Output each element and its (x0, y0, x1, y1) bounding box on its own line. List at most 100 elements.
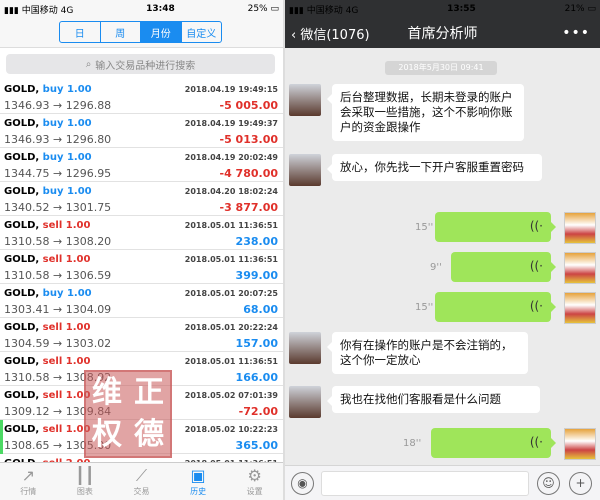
battery-percent: 25% (247, 4, 268, 14)
tab-3[interactable]: ▣ 历史 (170, 463, 227, 500)
trade-row[interactable]: GOLD, buy 1.00 2018.04.19 19:49:37 1346.9… (0, 114, 283, 148)
contact-avatar[interactable] (289, 154, 321, 186)
symbol: GOLD, (4, 390, 40, 401)
network: 4G (345, 5, 359, 16)
trade-row[interactable]: GOLD, sell 1.00 2018.05.01 11:36:51 1310.… (0, 216, 283, 250)
incoming-message: 放心，你先找一下开户客服重置密码 (327, 154, 542, 181)
my-avatar[interactable] (564, 428, 596, 460)
contact-avatar[interactable] (289, 332, 321, 364)
tab-4[interactable]: ⚙ 设置 (226, 463, 283, 500)
voice-message[interactable]: ((· (435, 212, 556, 242)
tab-2[interactable]: ⟋ 交易 (113, 463, 170, 500)
wechat-chat-screen: ▮▮▮ 中国移动 4G 13:55 21% ▭ ‹ 微信(1076) 首席分析师… (285, 0, 600, 500)
voice-mode-icon[interactable]: ◉ (291, 472, 314, 495)
incoming-message: 你有在操作的账户是不会注销的，这个你一定放心 (327, 332, 528, 374)
symbol: GOLD, (4, 356, 40, 367)
profit: 157.00 (235, 336, 278, 350)
signal-icon: ▮▮▮ (4, 5, 22, 16)
chat-header: ‹ 微信(1076) 首席分析师 ••• (285, 18, 600, 48)
trade-row[interactable]: GOLD, buy 1.00 2018.05.01 20:07:25 1303.4… (0, 284, 283, 318)
trade-row[interactable]: GOLD, sell 1.00 2018.05.01 11:36:51 1310.… (0, 250, 283, 284)
trade-date: 2018.05.02 10:22:23 (184, 425, 278, 434)
price-range: 1304.59 → 1303.02 (4, 336, 112, 350)
side-volume: sell 1.00 (42, 356, 91, 367)
profit: 68.00 (243, 302, 278, 316)
period-month[interactable]: 月份 (141, 22, 182, 42)
trade-date: 2018.04.19 19:49:37 (184, 119, 278, 128)
tab-0[interactable]: ↗ 行情 (0, 463, 57, 500)
tab-icon: ┃┃ (75, 466, 95, 485)
contact-avatar[interactable] (289, 84, 321, 116)
symbol: GOLD, (4, 322, 40, 333)
side-volume: buy 1.00 (42, 118, 92, 129)
trade-row[interactable]: GOLD, buy 1.00 2018.04.20 18:02:24 1340.5… (0, 182, 283, 216)
carrier: 中国移动 (21, 5, 58, 16)
voice-message[interactable]: ((· (451, 252, 556, 282)
trade-date: 2018.05.01 11:36:51 (184, 255, 278, 264)
battery-icon: ▭ (270, 4, 279, 14)
profit: 399.00 (235, 268, 278, 282)
tab-label: 交易 (133, 487, 150, 496)
my-avatar[interactable] (564, 292, 596, 324)
voice-message[interactable]: ((· (431, 428, 556, 458)
trading-history-screen: ▮▮▮ 中国移动 4G 13:48 25% ▭ 日 周 月份 自定义 ⌕ 输入交易… (0, 0, 283, 500)
period-selector: 日 周 月份 自定义 (59, 21, 222, 43)
trade-row[interactable]: GOLD, sell 1.00 2018.05.01 20:22:24 1304.… (0, 318, 283, 352)
message-input[interactable] (321, 471, 529, 496)
trade-date: 2018.04.19 20:02:49 (184, 153, 278, 162)
battery-percent: 21% (564, 4, 585, 14)
my-avatar[interactable] (564, 212, 596, 244)
side-volume: buy 1.00 (42, 186, 92, 197)
plus-icon[interactable]: + (569, 472, 592, 495)
voice-duration: 15'' (415, 302, 434, 313)
clock: 13:55 (447, 4, 476, 14)
trade-date: 2018.05.02 07:01:39 (184, 391, 278, 400)
voice-duration: 9'' (430, 262, 442, 273)
search-input[interactable]: ⌕ 输入交易品种进行搜索 (6, 54, 275, 74)
trade-date: 2018.04.20 18:02:24 (184, 187, 278, 196)
watermark-stamp: 维正权德 (84, 370, 172, 458)
price-range: 1340.52 → 1301.75 (4, 200, 112, 214)
trade-date: 2018.05.01 11:36:51 (184, 357, 278, 366)
tab-1[interactable]: ┃┃ 图表 (57, 463, 114, 500)
period-week[interactable]: 周 (101, 22, 141, 42)
side-volume: sell 1.00 (42, 220, 91, 231)
side-volume: buy 1.00 (42, 152, 92, 163)
search-icon: ⌕ (85, 58, 92, 70)
profit: -5 005.00 (219, 98, 279, 112)
status-bar: ▮▮▮ 中国移动 4G 13:48 25% ▭ (0, 0, 283, 18)
side-volume: buy 1.00 (42, 84, 92, 95)
symbol: GOLD, (4, 424, 40, 435)
trade-row[interactable]: GOLD, buy 1.00 2018.04.19 19:49:15 1346.9… (0, 80, 283, 114)
trade-date: 2018.05.01 11:36:51 (184, 221, 278, 230)
trade-row[interactable]: GOLD, buy 1.00 2018.04.19 20:02:49 1344.7… (0, 148, 283, 182)
tab-icon: ↗ (21, 466, 35, 485)
search-placeholder: 输入交易品种进行搜索 (95, 60, 196, 72)
more-icon[interactable]: ••• (562, 25, 590, 41)
symbol: GOLD, (4, 84, 40, 95)
period-custom[interactable]: 自定义 (182, 22, 222, 42)
tab-label: 行情 (20, 487, 37, 496)
profit: 238.00 (235, 234, 278, 248)
incoming-message: 我也在找他们客服看是什么问题 (327, 386, 540, 413)
tab-icon: ⚙ (247, 466, 262, 485)
emoji-icon[interactable]: ☺ (537, 472, 560, 495)
voice-wave-icon: ((· (529, 259, 543, 273)
tab-label: 历史 (190, 487, 207, 496)
contact-avatar[interactable] (289, 386, 321, 418)
tab-label: 设置 (246, 487, 263, 496)
network: 4G (60, 5, 74, 16)
profit: -3 877.00 (219, 200, 279, 214)
clock: 13:48 (146, 4, 175, 14)
selected-marker (0, 420, 3, 454)
symbol: GOLD, (4, 118, 40, 129)
profit: -4 780.00 (219, 166, 279, 180)
status-bar: ▮▮▮ 中国移动 4G 13:55 21% ▭ (285, 0, 600, 18)
voice-message[interactable]: ((· (435, 292, 556, 322)
voice-wave-icon: ((· (529, 435, 543, 449)
voice-duration: 15'' (415, 222, 434, 233)
voice-duration: 18'' (403, 438, 422, 449)
my-avatar[interactable] (564, 252, 596, 284)
period-day[interactable]: 日 (60, 22, 101, 42)
trade-date: 2018.04.19 19:49:15 (184, 85, 278, 94)
